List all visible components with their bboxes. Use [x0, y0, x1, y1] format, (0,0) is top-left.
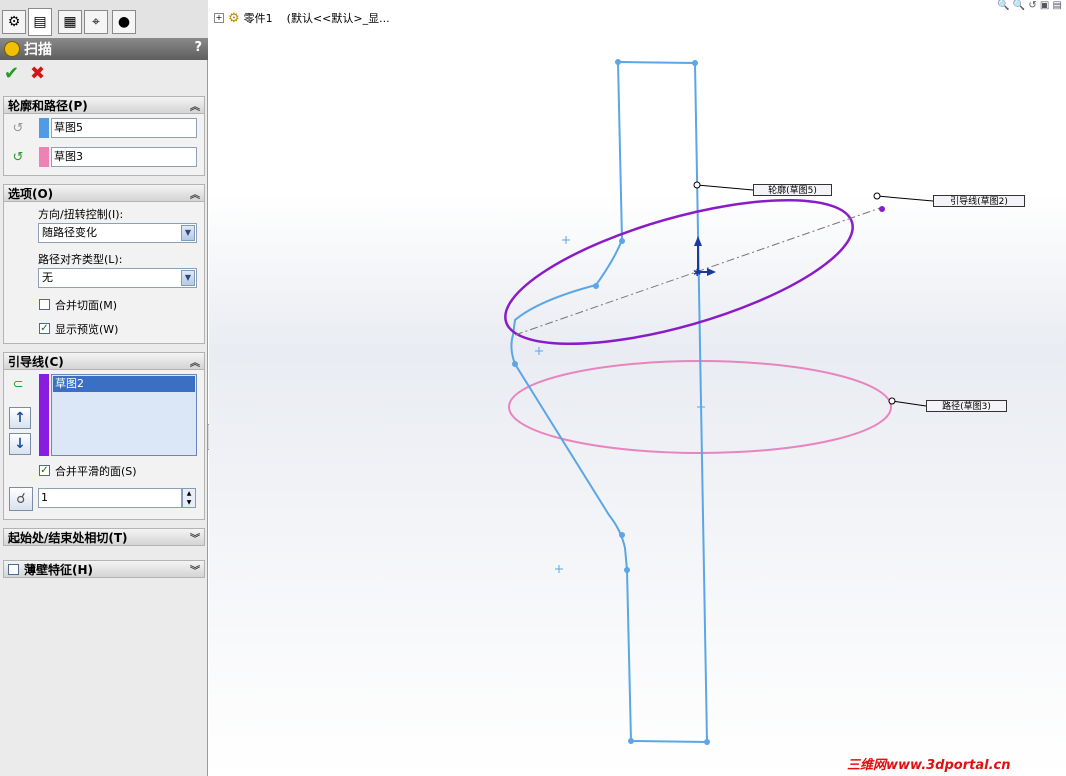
section-profile-path-label: 轮廓和路径(P) — [8, 98, 88, 113]
config-label: (默认<<默认>_显... — [286, 12, 390, 25]
section-guide-curves[interactable]: 引导线(C) ︽ — [3, 352, 205, 370]
path-callout[interactable]: 路径(草图3) — [926, 400, 1007, 412]
profile-callout[interactable]: 轮廓(草图5) — [753, 184, 832, 196]
show-sections-icon[interactable]: ☌ — [9, 487, 33, 511]
sketch-point — [692, 60, 698, 66]
panel-title: 扫描 — [24, 42, 52, 58]
section-thin-feature-label: 薄壁特征(H) — [24, 562, 94, 577]
section-profile-path-body: ↺ 草图5 ↺ 草图3 — [3, 114, 205, 176]
alignment-label: 路径对齐类型(L): — [38, 253, 123, 266]
section-tangency-label: 起始处/结束处相切(T) — [8, 530, 128, 545]
manager-tab-bar: ⚙ ▤ ▦ ⌖ ● — [0, 0, 208, 39]
view-toolbar[interactable]: 🔍 🔍 ↺ ▣ ▤ — [997, 0, 1062, 11]
expand-icon[interactable]: + — [214, 13, 224, 23]
sweep-icon — [4, 41, 20, 57]
merge-tangent-checkbox[interactable] — [39, 299, 50, 310]
origin-marker: ✱ — [693, 268, 701, 279]
section-count-input[interactable]: 1 — [38, 488, 182, 508]
guide-color-swatch — [39, 374, 49, 456]
arrowhead-icon — [694, 236, 702, 246]
close-icon[interactable]: ✖ — [30, 64, 45, 84]
guide-ellipse[interactable] — [491, 170, 867, 373]
merge-tangent-label: 合并切面(M) — [55, 299, 118, 312]
section-guide-curves-body: ⊂ 草图2 ↑ ↓ ✓ 合并平滑的面(S) ☌ 1 ▲ ▼ — [3, 370, 205, 520]
merge-smooth-label: 合并平滑的面(S) — [55, 465, 137, 478]
part-label[interactable]: 零件1 — [244, 10, 273, 26]
profile-color-swatch — [39, 118, 49, 138]
check-icon[interactable]: ✔ — [4, 64, 19, 84]
list-item[interactable]: 草图2 — [53, 376, 195, 392]
orientation-select-value: 随路径变化 — [42, 226, 97, 239]
section-thin-feature[interactable]: 薄壁特征(H) ︾ — [3, 560, 205, 578]
show-preview-checkbox[interactable]: ✓ — [39, 323, 50, 334]
chevron-down-icon[interactable]: ▼ — [181, 270, 195, 286]
section-tangency[interactable]: 起始处/结束处相切(T) ︾ — [3, 528, 205, 546]
section-options-body: 方向/扭转控制(I): 随路径变化 ▼ 路径对齐类型(L): 无 ▼ 合并切面(… — [3, 202, 205, 344]
chevron-up-icon[interactable]: ︽ — [190, 354, 200, 369]
section-profile-path[interactable]: 轮廓和路径(P) ︽ — [3, 96, 205, 114]
sketch-point — [624, 567, 630, 573]
part-icon: ⚙ — [228, 10, 240, 26]
section-guide-curves-label: 引导线(C) — [8, 354, 64, 369]
panel-title-bar: 扫描 ? — [0, 38, 208, 60]
sketch-point — [628, 738, 634, 744]
sketch-point — [593, 283, 599, 289]
sketch-point — [615, 59, 621, 65]
path-field[interactable]: 草图3 — [51, 147, 197, 167]
config-icon[interactable]: ▦ — [58, 10, 82, 34]
part-icon[interactable]: ⚙ — [2, 10, 26, 34]
profile-sketch[interactable] — [510, 60, 709, 744]
graphics-area[interactable]: ✱ 轮廓(草图5) 引导线(草图2) 路径(草图3) — [209, 0, 1066, 776]
dimxpert-icon[interactable]: ⌖ — [84, 10, 108, 34]
sketch-viewport: ✱ — [491, 59, 934, 745]
orientation-label: 方向/扭转控制(I): — [38, 208, 124, 221]
display-icon[interactable]: ● — [112, 10, 136, 34]
path-color-swatch — [39, 147, 49, 167]
alignment-select[interactable]: 无 ▼ — [38, 268, 197, 288]
chevron-up-icon[interactable]: ︽ — [190, 98, 200, 113]
guide-curve-icon: ⊂ — [12, 376, 24, 392]
chevron-down-icon[interactable]: ▼ — [181, 225, 195, 241]
ok-cancel-row: ✔ ✖ — [0, 62, 208, 86]
sketch-markers — [535, 236, 705, 573]
sketch-point — [619, 532, 625, 538]
thin-feature-checkbox[interactable] — [8, 563, 19, 575]
help-button[interactable]: ? — [194, 40, 202, 55]
chevron-down-icon[interactable]: ︾ — [190, 530, 200, 545]
callout-leaders — [693, 181, 934, 407]
guide-callout[interactable]: 引导线(草图2) — [933, 195, 1025, 207]
move-down-button[interactable]: ↓ — [9, 433, 31, 455]
count-spinner[interactable]: ▲ ▼ — [182, 488, 196, 508]
sketch-point — [704, 739, 710, 745]
sketch-point — [619, 238, 625, 244]
profile-field[interactable]: 草图5 — [51, 118, 197, 138]
profile-icon: ↺ — [12, 120, 24, 136]
guide-point — [879, 206, 885, 212]
chevron-down-icon[interactable]: ︾ — [190, 562, 200, 577]
sketch-points — [512, 59, 710, 745]
section-options-label: 选项(O) — [8, 186, 54, 201]
property-manager-panel: ⚙ ▤ ▦ ⌖ ● 扫描 ? ✔ ✖ 轮廓和路径(P) ︽ ↺ 草图5 ↺ 草图… — [0, 0, 208, 776]
orientation-select[interactable]: 随路径变化 ▼ — [38, 223, 197, 243]
watermark: 三维网www.3dportal.cn — [847, 758, 1011, 773]
arrowhead-icon — [707, 268, 716, 276]
alignment-select-value: 无 — [42, 271, 53, 284]
move-up-button[interactable]: ↑ — [9, 407, 31, 429]
chevron-up-icon[interactable]: ︽ — [190, 186, 200, 201]
path-icon: ↺ — [12, 149, 24, 165]
sketch-point — [512, 361, 518, 367]
section-options[interactable]: 选项(O) ︽ — [3, 184, 205, 202]
show-preview-label: 显示预览(W) — [55, 323, 119, 336]
guide-curve-list[interactable]: 草图2 — [51, 374, 197, 456]
feature-tree-flyout: + ⚙ 零件1 (默认<<默认>_显... — [214, 10, 390, 26]
merge-smooth-checkbox[interactable]: ✓ — [39, 465, 50, 476]
property-icon[interactable]: ▤ — [28, 8, 52, 36]
